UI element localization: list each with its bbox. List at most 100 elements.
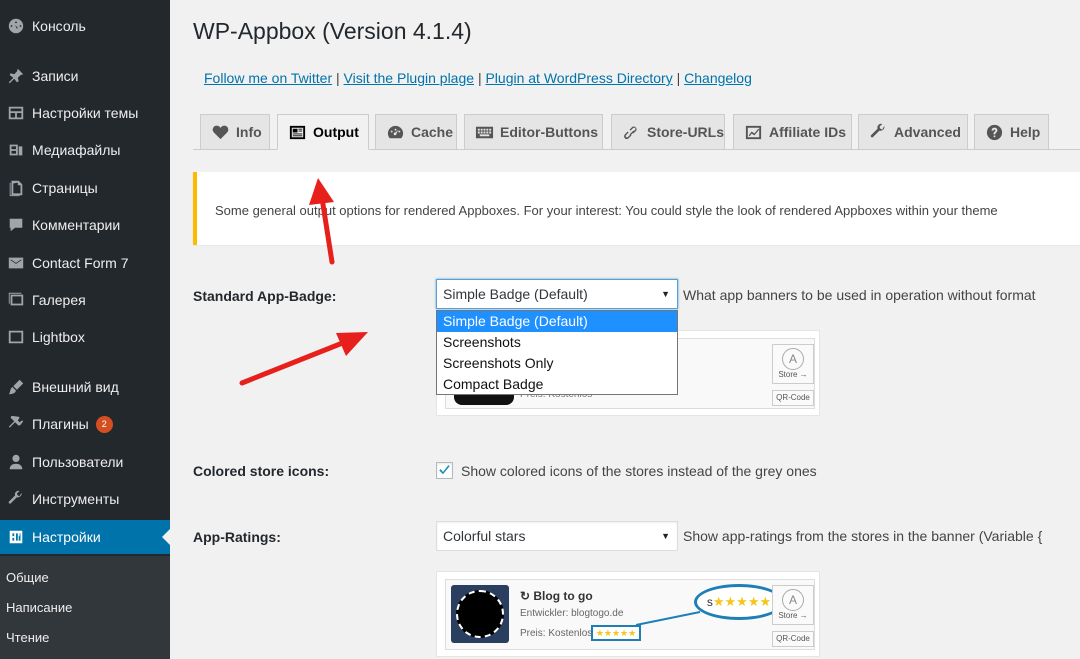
red-arrow-dropdown-head <box>336 332 368 356</box>
badge-select-value: Simple Badge (Default) <box>443 286 588 302</box>
tab-label: Help <box>1010 124 1041 140</box>
update-count-badge: 2 <box>95 415 113 433</box>
option-simple-badge[interactable]: Simple Badge (Default) <box>437 311 677 332</box>
sidebar-item-консоль[interactable]: Консоль <box>0 9 170 43</box>
submenu-item-writing[interactable]: Написание <box>6 600 72 615</box>
sidebar-item-комментарии[interactable]: Комментарии <box>0 208 170 242</box>
heart-icon <box>211 122 230 142</box>
wrench-icon <box>869 122 888 142</box>
sidebar-item-медиафайлы[interactable]: Медиафайлы <box>0 133 170 167</box>
tab-label: Store-URLs <box>647 124 725 140</box>
sidebar-item-label: Плагины <box>32 416 89 432</box>
store-button-ratings[interactable]: A Store → <box>772 585 814 625</box>
ratings-select[interactable]: Colorful stars ▼ <box>436 521 678 551</box>
wp-directory-link[interactable]: Plugin at WordPress Directory <box>485 70 672 86</box>
plugin-page-link[interactable]: Visit the Plugin plage <box>344 70 475 86</box>
tab-label: Editor-Buttons <box>500 124 598 140</box>
store-button[interactable]: A Store → <box>772 344 814 384</box>
badge-select[interactable]: Simple Badge (Default) ▼ <box>436 279 678 309</box>
plugin-links: Follow me on Twitter | Visit the Plugin … <box>204 70 752 86</box>
qr-code-button[interactable]: QR-Code <box>772 390 814 406</box>
sidebar-item-внешний-вид[interactable]: Внешний вид <box>0 370 170 404</box>
sidebar-item-настройки-темы[interactable]: Настройки темы <box>0 96 170 130</box>
page-title: WP-Appbox (Version 4.1.4) <box>193 18 472 44</box>
sidebar-item-инструменты[interactable]: Инструменты <box>0 482 170 516</box>
pin-icon <box>0 67 32 85</box>
sidebar-item-label: Внешний вид <box>32 379 119 395</box>
users-icon <box>0 453 32 471</box>
gauge-icon <box>386 122 405 142</box>
link-icon <box>622 122 641 142</box>
option-screenshots[interactable]: Screenshots <box>437 332 677 353</box>
changelog-link[interactable]: Changelog <box>684 70 752 86</box>
chevron-down-icon: ▼ <box>661 531 670 541</box>
option-compact-badge[interactable]: Compact Badge <box>437 374 677 395</box>
media-icon <box>0 141 32 159</box>
small-stars: ★★★★★ <box>591 625 641 641</box>
submenu-item-general[interactable]: Общие <box>6 570 49 585</box>
layout-icon <box>0 104 32 122</box>
tab-affiliate-ids[interactable]: Affiliate IDs <box>733 114 852 150</box>
output-icon <box>288 122 307 142</box>
info-notice: Some general output options for rendered… <box>193 172 1080 245</box>
ratings-select-value: Colorful stars <box>443 528 526 544</box>
dashboard-icon <box>0 17 32 35</box>
store-label: Store → <box>778 370 808 379</box>
store-label: Store → <box>778 611 808 620</box>
sidebar-item-галерея[interactable]: Галерея <box>0 283 170 317</box>
appstore-icon: A <box>782 348 804 370</box>
tab-label: Cache <box>411 124 454 140</box>
tab-cache[interactable]: Cache <box>375 114 457 150</box>
sidebar-item-страницы[interactable]: Страницы <box>0 171 170 205</box>
sidebar-item-contact-form-7[interactable]: Contact Form 7 <box>0 246 170 280</box>
chevron-down-icon: ▼ <box>661 289 670 299</box>
colored-icons-checkbox[interactable] <box>436 462 453 479</box>
preview-banner-ratings: ↻ Blog to go Entwickler: blogtogo.de Pre… <box>445 579 815 650</box>
qr-code-button-ratings[interactable]: QR-Code <box>772 631 814 647</box>
preview-app-name: ↻ Blog to go <box>520 589 593 603</box>
tab-help[interactable]: Help <box>974 114 1049 150</box>
sidebar-item-lightbox[interactable]: Lightbox <box>0 320 170 354</box>
ratings-label: App-Ratings: <box>193 529 281 545</box>
sidebar-item-label: Страницы <box>32 180 98 196</box>
sidebar-item-записи[interactable]: Записи <box>0 59 170 93</box>
notice-text: Some general output options for rendered… <box>215 203 998 218</box>
lightbox-icon <box>0 328 32 346</box>
tab-label: Info <box>236 124 262 140</box>
option-screenshots-only[interactable]: Screenshots Only <box>437 353 677 374</box>
tab-store-urls[interactable]: Store-URLs <box>611 114 725 150</box>
tab-advanced[interactable]: Advanced <box>858 114 968 150</box>
appstore-icon: A <box>782 589 804 611</box>
sidebar-item-label: Contact Form 7 <box>32 255 129 271</box>
badge-description: What app banners to be used in operation… <box>683 287 1036 303</box>
preview-price-row: Preis: Kostenlos <box>520 628 592 639</box>
sidebar-item-пользователи[interactable]: Пользователи <box>0 445 170 479</box>
big-stars: ★★★★★ <box>712 594 772 609</box>
sidebar-item-label: Инструменты <box>32 491 120 507</box>
sidebar-item-label: Консоль <box>32 18 86 34</box>
sidebar-item-label: Настройки <box>32 529 101 545</box>
red-arrow-dropdown-line <box>239 341 343 386</box>
sidebar-item-плагины[interactable]: Плагины 2 <box>0 407 170 441</box>
colored-icons-description: Show colored icons of the stores instead… <box>461 463 817 479</box>
gallery-icon <box>0 291 32 309</box>
chart-icon <box>744 122 763 142</box>
wrench-icon <box>0 490 32 508</box>
pages-icon <box>0 179 32 197</box>
sidebar-item-настройки[interactable]: Настройки <box>0 520 170 554</box>
mail-icon <box>0 254 32 272</box>
tab-output[interactable]: Output <box>277 114 369 150</box>
link-separator: | <box>676 70 681 86</box>
tab-editor-buttons[interactable]: Editor-Buttons <box>464 114 603 150</box>
tab-info[interactable]: Info <box>200 114 270 150</box>
sidebar-item-label: Медиафайлы <box>32 142 121 158</box>
preview-price-ratings: Preis: Kostenlos <box>520 628 593 639</box>
tab-label: Output <box>313 124 359 140</box>
twitter-link[interactable]: Follow me on Twitter <box>204 70 332 86</box>
link-separator: | <box>477 70 482 86</box>
submenu-item-reading[interactable]: Чтение <box>6 630 49 645</box>
ratings-description: Show app-ratings from the stores in the … <box>683 528 1043 544</box>
tab-label: Affiliate IDs <box>769 124 847 140</box>
settings-icon <box>0 528 32 546</box>
badge-options-list: Simple Badge (Default) Screenshots Scree… <box>436 310 678 395</box>
